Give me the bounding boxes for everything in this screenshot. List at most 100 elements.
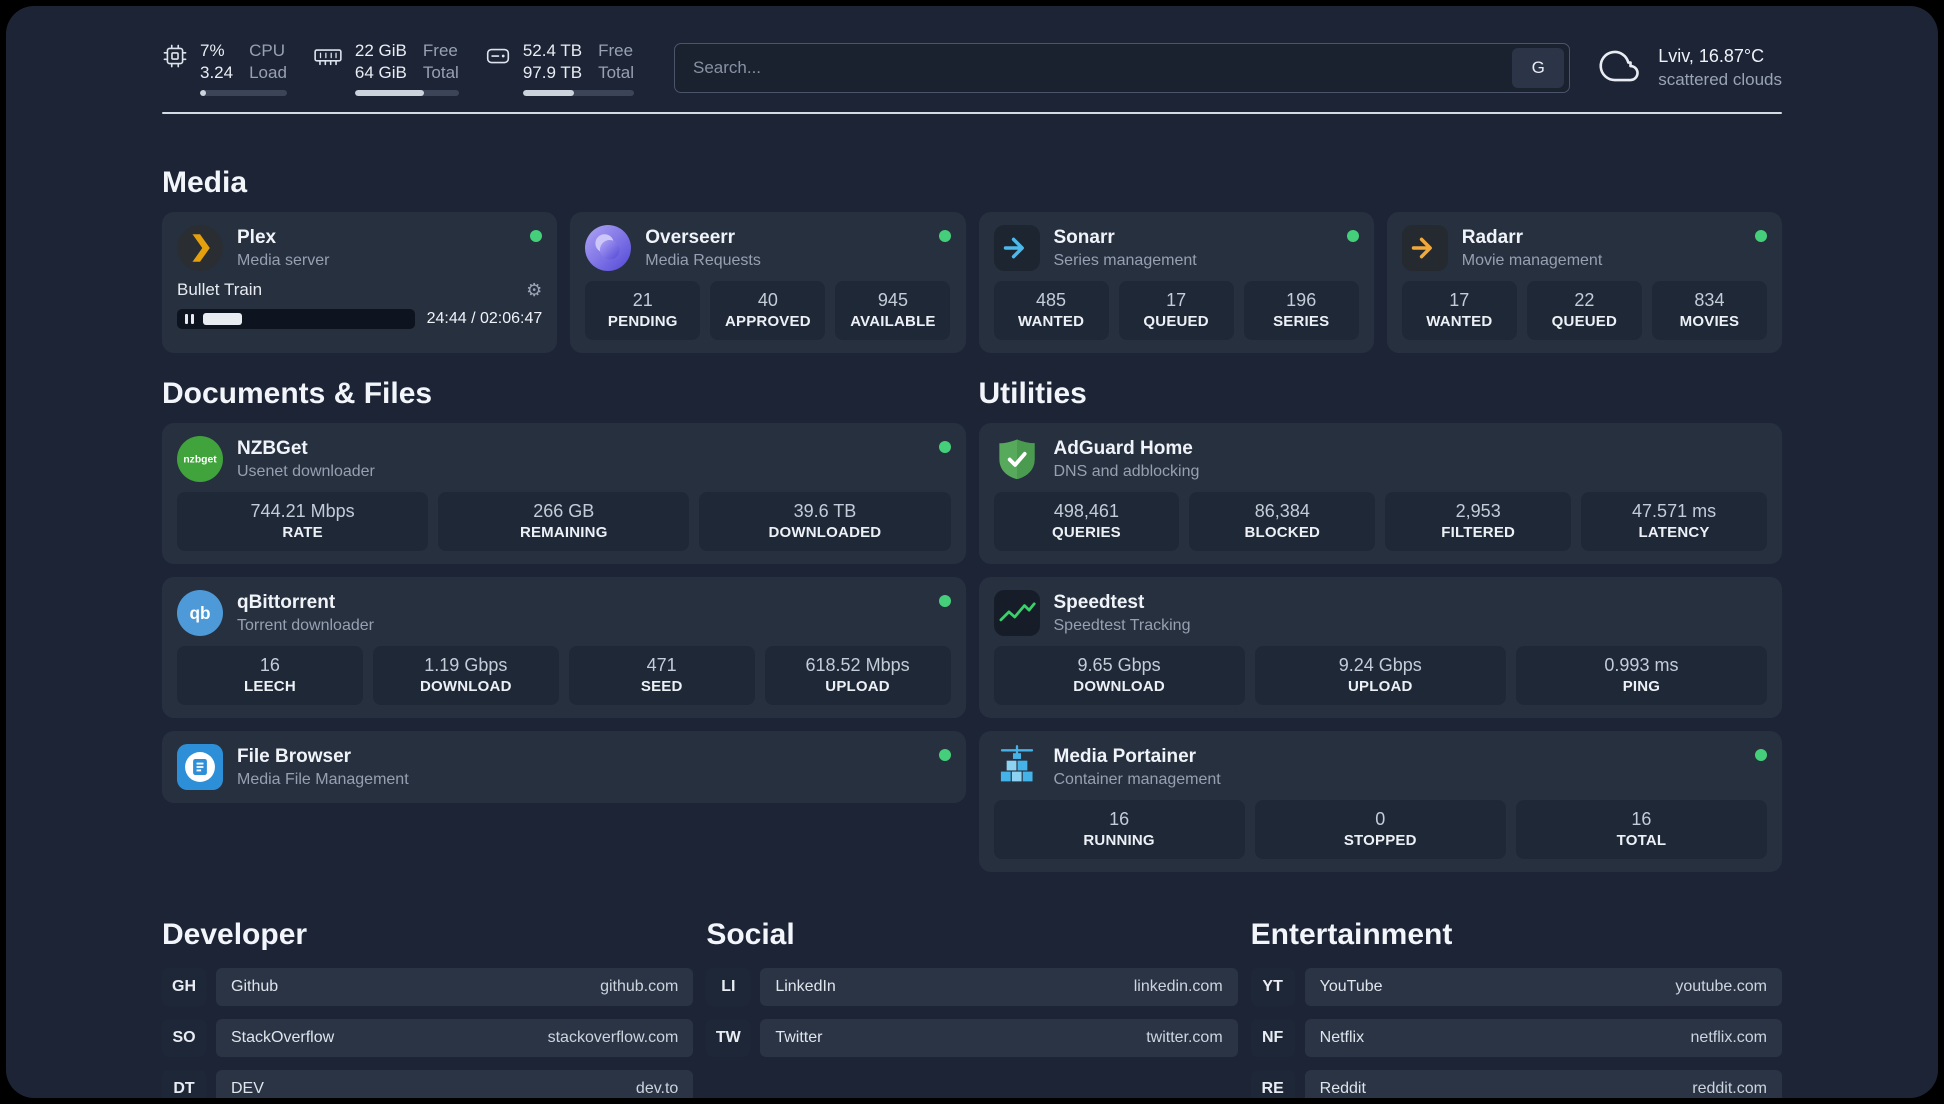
top-bar: 7% 3.24 CPU Load 22 GiB 64 GiB Free Tota… <box>162 40 1782 96</box>
stat-label: QUERIES <box>1051 524 1121 541</box>
bookmark-url: github.com <box>600 978 679 995</box>
ram-free-label: Free <box>422 41 458 60</box>
stat-value: 834 <box>1694 290 1725 310</box>
bookmark-link-linkedin[interactable]: LinkedIn linkedin.com <box>760 968 1238 1006</box>
stat-tile: 485 WANTED <box>993 281 1109 340</box>
cpu-load-label: Load <box>249 63 287 82</box>
bookmark-link-netflix[interactable]: Netflix netflix.com <box>1304 1019 1782 1057</box>
bookmark-abbr: GH <box>162 968 206 1006</box>
adguard-icon <box>994 436 1040 482</box>
sonarr-card-header: Sonarr Series management <box>993 225 1359 271</box>
stat-tile: 16 TOTAL <box>1515 800 1768 859</box>
settings-gear-icon[interactable]: ⚙ <box>526 281 542 299</box>
stat-label: PING <box>1622 678 1661 695</box>
nzbget-logo-text: nzbget <box>183 454 217 465</box>
stat-tile: 39.6 TB DOWNLOADED <box>699 492 951 551</box>
nzbget-icon: nzbget <box>177 436 223 482</box>
stats-row: 485 WANTED 17 QUEUED 196 SERIES <box>993 281 1359 340</box>
overseerr-card-header: Overseerr Media Requests <box>585 225 951 271</box>
disk-monitor-rows: 52.4 TB 97.9 TB Free Total <box>523 40 634 83</box>
stat-label: DOWNLOADED <box>768 524 882 541</box>
ram-total-label: Total <box>422 63 459 82</box>
app-name: Media Portainer <box>1053 746 1197 767</box>
search-bar: G <box>673 43 1571 93</box>
stat-label: PENDING <box>607 313 678 330</box>
portainer-card[interactable]: Media Portainer Container management 16 … <box>978 731 1782 872</box>
qbittorrent-card[interactable]: qb qBittorrent Torrent downloader 16 LEE… <box>162 577 966 718</box>
app-name: Speedtest <box>1053 592 1145 613</box>
search-input[interactable] <box>674 44 1513 92</box>
bookmark-url: reddit.com <box>1692 1080 1767 1097</box>
stat-label: RUNNING <box>1083 832 1155 849</box>
bookmark-link-youtube[interactable]: YouTube youtube.com <box>1304 968 1782 1006</box>
stat-tile: 471 SEED <box>568 646 755 705</box>
pause-icon[interactable] <box>185 314 194 324</box>
stat-tile: 498,461 QUERIES <box>993 492 1180 551</box>
stat-label: QUEUED <box>1143 313 1209 330</box>
stat-tile: 945 AVAILABLE <box>835 281 951 340</box>
plex-card[interactable]: Plex Media server Bullet Train ⚙ 24:44 /… <box>162 212 558 353</box>
player-progress-strip[interactable] <box>177 309 415 329</box>
bookmark-link-github[interactable]: Github github.com <box>216 968 694 1006</box>
stat-tile: 9.24 Gbps UPLOAD <box>1254 646 1506 705</box>
bookmark-group-entertainment: Entertainment YT YouTube youtube.com NF … <box>1250 918 1782 1098</box>
adguard-card[interactable]: AdGuard Home DNS and adblocking 498,461 … <box>978 423 1782 564</box>
stat-value: 1.19 Gbps <box>424 655 508 675</box>
cpu-progress-fill <box>200 90 207 96</box>
radarr-card[interactable]: Radarr Movie management 17 WANTED 22 QUE… <box>1386 212 1782 353</box>
nzbget-titles: NZBGet Usenet downloader <box>237 437 375 481</box>
app-subtitle: Media server <box>237 252 330 269</box>
overseerr-card[interactable]: Overseerr Media Requests 21 PENDING 40 A… <box>570 212 966 353</box>
bookmark-link-stackoverflow[interactable]: StackOverflow stackoverflow.com <box>216 1019 694 1057</box>
stat-label: RATE <box>282 524 323 541</box>
stat-tile: 196 SERIES <box>1243 281 1359 340</box>
qbittorrent-titles: qBittorrent Torrent downloader <box>237 591 374 635</box>
bookmark-url: dev.to <box>635 1080 679 1097</box>
cpu-monitor-rows: 7% 3.24 CPU Load <box>200 40 287 83</box>
speedtest-card[interactable]: Speedtest Speedtest Tracking 9.65 Gbps D… <box>978 577 1782 718</box>
status-dot-online <box>1755 230 1767 242</box>
ram-total-value: 64 GiB <box>354 63 407 82</box>
stats-row: 17 WANTED 22 QUEUED 834 MOVIES <box>1401 281 1767 340</box>
stat-value: 0.993 ms <box>1604 655 1679 675</box>
stat-value: 17 <box>1166 290 1187 310</box>
stat-value: 945 <box>877 290 908 310</box>
app-name: AdGuard Home <box>1053 438 1193 459</box>
media-section-title: Media <box>162 166 248 199</box>
stat-value: 47.571 ms <box>1632 501 1717 521</box>
app-name: Plex <box>237 227 277 248</box>
ram-icon <box>313 40 343 96</box>
app-name: File Browser <box>237 746 352 767</box>
stat-tile: 0 STOPPED <box>1254 800 1506 859</box>
stat-tile: 744.21 Mbps RATE <box>177 492 429 551</box>
plex-titles: Plex Media server <box>237 226 329 270</box>
nzbget-card[interactable]: nzbget NZBGet Usenet downloader 744.21 M… <box>162 423 966 564</box>
bookmark-link-dev[interactable]: DEV dev.to <box>216 1070 694 1098</box>
bookmark-name: DEV <box>231 1080 264 1097</box>
status-dot-online <box>938 230 951 242</box>
playback-time: 24:44 / 02:06:47 <box>426 310 543 327</box>
stat-value: 16 <box>1631 809 1652 829</box>
bookmark-url: youtube.com <box>1675 978 1767 995</box>
ram-progress-bar <box>354 90 459 96</box>
bookmark-url: stackoverflow.com <box>547 1029 679 1046</box>
bookmark-url: twitter.com <box>1146 1029 1223 1046</box>
sonarr-card[interactable]: Sonarr Series management 485 WANTED 17 Q… <box>978 212 1374 353</box>
portainer-titles: Media Portainer Container management <box>1054 745 1221 789</box>
stat-value: 266 GB <box>533 501 595 521</box>
search-engine-button[interactable]: G <box>1512 48 1565 88</box>
disk-monitor-body: 52.4 TB 97.9 TB Free Total <box>522 40 634 96</box>
bookmark-name: Netflix <box>1319 1029 1365 1046</box>
status-dot-online <box>1755 749 1767 761</box>
filebrowser-card[interactable]: File Browser Media File Management <box>162 731 966 803</box>
bookmark-link-reddit[interactable]: Reddit reddit.com <box>1304 1070 1782 1098</box>
stat-label: WANTED <box>1017 313 1085 330</box>
stat-label: DOWNLOAD <box>1073 678 1165 695</box>
bookmark-abbr: TW <box>706 1019 751 1057</box>
app-name: Radarr <box>1461 227 1523 248</box>
stat-tile: 47.571 ms LATENCY <box>1581 492 1767 551</box>
bookmark-name: LinkedIn <box>775 978 836 995</box>
bookmark-link-twitter[interactable]: Twitter twitter.com <box>760 1019 1238 1057</box>
disk-free-label: Free <box>598 41 634 60</box>
dashboard-container: 7% 3.24 CPU Load 22 GiB 64 GiB Free Tota… <box>162 6 1782 1098</box>
